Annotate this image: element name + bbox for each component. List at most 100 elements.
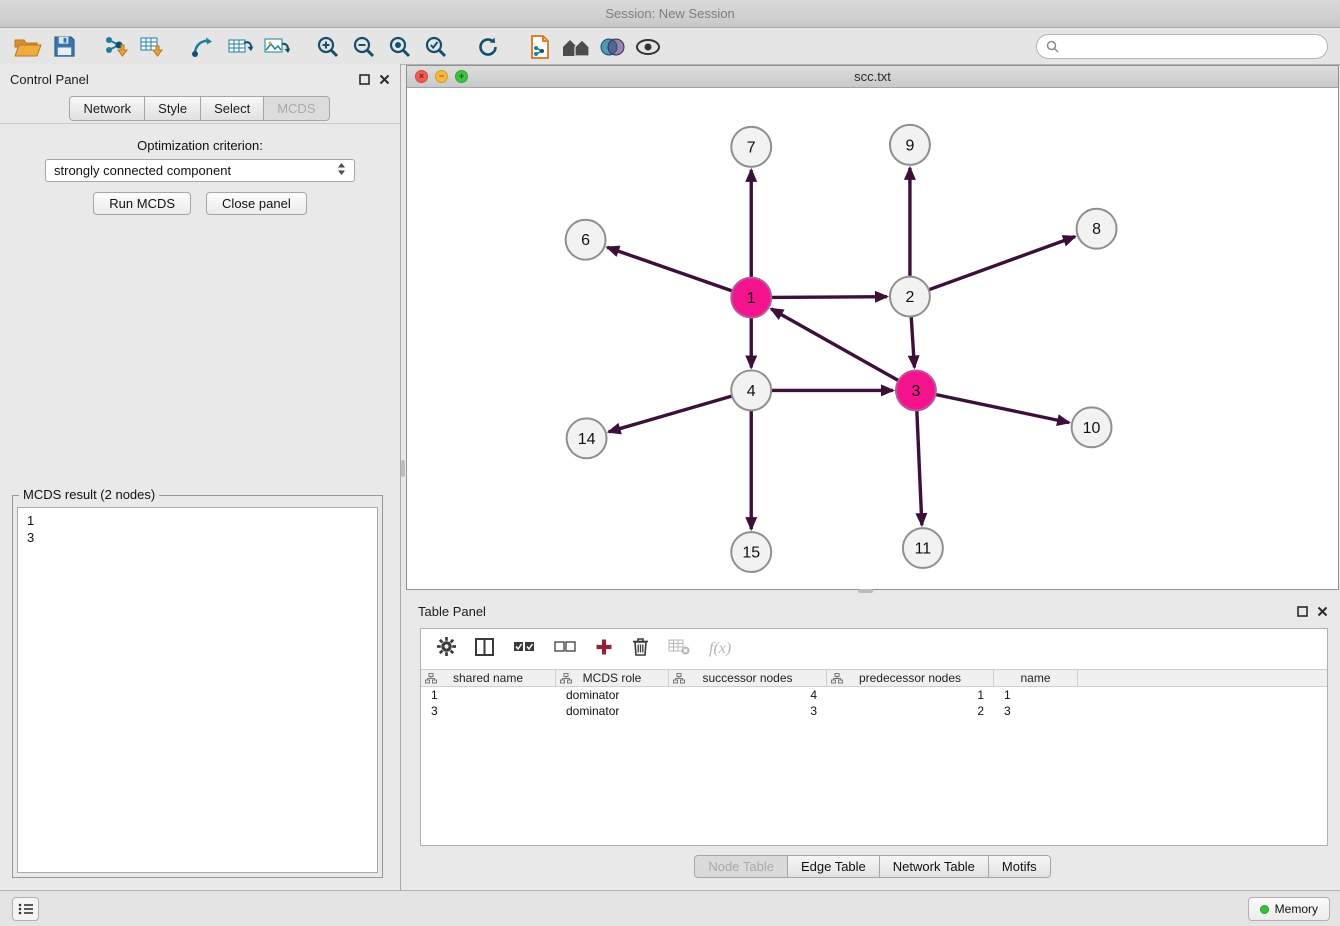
table-cell: 4 bbox=[669, 687, 827, 703]
zoom-in-icon bbox=[316, 35, 340, 59]
zoom-fit-icon bbox=[388, 35, 412, 59]
column-header-mcds-role[interactable]: MCDS role bbox=[556, 670, 669, 686]
float-window-icon[interactable] bbox=[359, 74, 370, 85]
export-image-button[interactable] bbox=[258, 32, 294, 62]
tab-edge-table[interactable]: Edge Table bbox=[787, 855, 880, 878]
table-cell: 3 bbox=[994, 703, 1078, 719]
table-row[interactable]: 1dominator411 bbox=[421, 687, 1327, 703]
memory-button[interactable]: Memory bbox=[1248, 897, 1330, 921]
tab-select[interactable]: Select bbox=[200, 96, 264, 121]
graph-edge[interactable] bbox=[929, 237, 1075, 290]
zoom-fit-button[interactable] bbox=[382, 32, 418, 62]
close-window-button[interactable]: × bbox=[415, 70, 428, 83]
select-arrows-icon bbox=[337, 162, 346, 176]
svg-text:1: 1 bbox=[747, 290, 756, 307]
close-panel-button[interactable]: Close panel bbox=[206, 192, 307, 215]
graph-node[interactable]: 8 bbox=[1077, 209, 1117, 249]
svg-text:2: 2 bbox=[905, 289, 914, 306]
network-window: × − + scc.txt 7 9 6 8 1 2 4 3 14 10 15 11 bbox=[406, 65, 1339, 590]
export-network-button[interactable] bbox=[186, 32, 222, 62]
mcds-result-list[interactable]: 1 3 bbox=[17, 507, 378, 873]
add-column-button[interactable] bbox=[595, 638, 613, 661]
refresh-layout-button[interactable] bbox=[470, 32, 506, 62]
graph-node[interactable]: 9 bbox=[890, 125, 930, 165]
column-header-predecessor-nodes[interactable]: predecessor nodes bbox=[827, 670, 994, 686]
save-session-button[interactable] bbox=[46, 32, 82, 62]
column-header-shared-name[interactable]: shared name bbox=[421, 670, 556, 686]
delete-column-button[interactable] bbox=[632, 637, 649, 661]
graph-node[interactable]: 1 bbox=[731, 278, 771, 318]
graph-edge[interactable] bbox=[911, 317, 914, 368]
svg-text:3: 3 bbox=[911, 383, 920, 400]
search-input[interactable] bbox=[1065, 39, 1318, 54]
column-header-successor-nodes[interactable]: successor nodes bbox=[669, 670, 827, 686]
mcds-result-line: 1 bbox=[27, 512, 368, 529]
graph-node[interactable]: 15 bbox=[731, 532, 771, 572]
graph-edge[interactable] bbox=[771, 309, 898, 381]
tab-network-table[interactable]: Network Table bbox=[879, 855, 989, 878]
delete-table-button[interactable] bbox=[668, 639, 690, 660]
float-window-icon[interactable] bbox=[1297, 606, 1308, 617]
table-row[interactable]: 3dominator323 bbox=[421, 703, 1327, 719]
search-box[interactable] bbox=[1036, 34, 1328, 59]
graph-edge[interactable] bbox=[771, 297, 887, 298]
snapshot-button[interactable] bbox=[522, 32, 558, 62]
window-title: Session: New Session bbox=[605, 6, 734, 21]
graph-node[interactable]: 11 bbox=[903, 528, 943, 568]
import-table-button[interactable] bbox=[134, 32, 170, 62]
window-titlebar: Session: New Session bbox=[0, 0, 1340, 28]
graph-node[interactable]: 14 bbox=[567, 418, 607, 458]
column-header-name[interactable]: name bbox=[994, 670, 1078, 686]
run-mcds-button[interactable]: Run MCDS bbox=[93, 192, 191, 215]
deselect-all-icon bbox=[554, 639, 576, 654]
column-label: predecessor nodes bbox=[859, 671, 961, 685]
task-history-button[interactable] bbox=[12, 897, 39, 921]
function-builder-button[interactable]: f(x) bbox=[709, 640, 731, 658]
graph-edge[interactable] bbox=[935, 394, 1069, 422]
style-venn-button[interactable] bbox=[594, 32, 630, 62]
graph-edge[interactable] bbox=[607, 247, 732, 291]
criterion-select[interactable]: strongly connected component bbox=[45, 159, 355, 182]
table-settings-button[interactable] bbox=[437, 637, 456, 661]
svg-text:7: 7 bbox=[747, 139, 756, 156]
tab-style[interactable]: Style bbox=[144, 96, 201, 121]
close-icon[interactable] bbox=[379, 74, 390, 85]
zoom-in-button[interactable] bbox=[310, 32, 346, 62]
show-hide-button[interactable] bbox=[630, 32, 666, 62]
close-icon[interactable] bbox=[1317, 606, 1328, 617]
maximize-window-button[interactable]: + bbox=[455, 70, 468, 83]
first-neighbors-button[interactable] bbox=[558, 32, 594, 62]
graph-node[interactable]: 3 bbox=[896, 370, 936, 410]
open-file-button[interactable] bbox=[10, 32, 46, 62]
memory-label: Memory bbox=[1275, 902, 1318, 916]
graph-edge[interactable] bbox=[917, 410, 922, 525]
main-toolbar bbox=[0, 29, 1340, 65]
svg-text:4: 4 bbox=[747, 383, 756, 400]
export-table-button[interactable] bbox=[222, 32, 258, 62]
graph-node[interactable]: 4 bbox=[731, 370, 771, 410]
graph-node[interactable]: 7 bbox=[731, 127, 771, 167]
graph-node[interactable]: 2 bbox=[890, 277, 930, 317]
tab-motifs[interactable]: Motifs bbox=[988, 855, 1051, 878]
import-network-button[interactable] bbox=[98, 32, 134, 62]
graph-node[interactable]: 10 bbox=[1072, 407, 1112, 447]
tab-mcds[interactable]: MCDS bbox=[263, 96, 329, 121]
deselect-all-rows-button[interactable] bbox=[554, 639, 576, 659]
zoom-out-button[interactable] bbox=[346, 32, 382, 62]
svg-text:6: 6 bbox=[581, 232, 590, 249]
graph-edge[interactable] bbox=[609, 396, 732, 432]
tab-network[interactable]: Network bbox=[69, 96, 145, 121]
show-columns-button[interactable] bbox=[475, 638, 494, 661]
tab-node-table[interactable]: Node Table bbox=[694, 855, 788, 878]
select-all-rows-button[interactable] bbox=[513, 639, 535, 659]
zoom-selected-button[interactable] bbox=[418, 32, 454, 62]
import-network-icon bbox=[103, 35, 130, 59]
splitter-handle-horizontal[interactable] bbox=[858, 589, 873, 593]
graph-node[interactable]: 6 bbox=[566, 220, 606, 260]
network-canvas[interactable]: 7 9 6 8 1 2 4 3 14 10 15 11 bbox=[407, 89, 1338, 589]
splitter-handle-vertical[interactable] bbox=[401, 460, 405, 477]
minimize-window-button[interactable]: − bbox=[435, 70, 448, 83]
control-panel-tabs: Network Style Select MCDS bbox=[0, 96, 400, 124]
network-window-titlebar[interactable]: × − + scc.txt bbox=[407, 66, 1338, 88]
plus-icon bbox=[595, 638, 613, 656]
